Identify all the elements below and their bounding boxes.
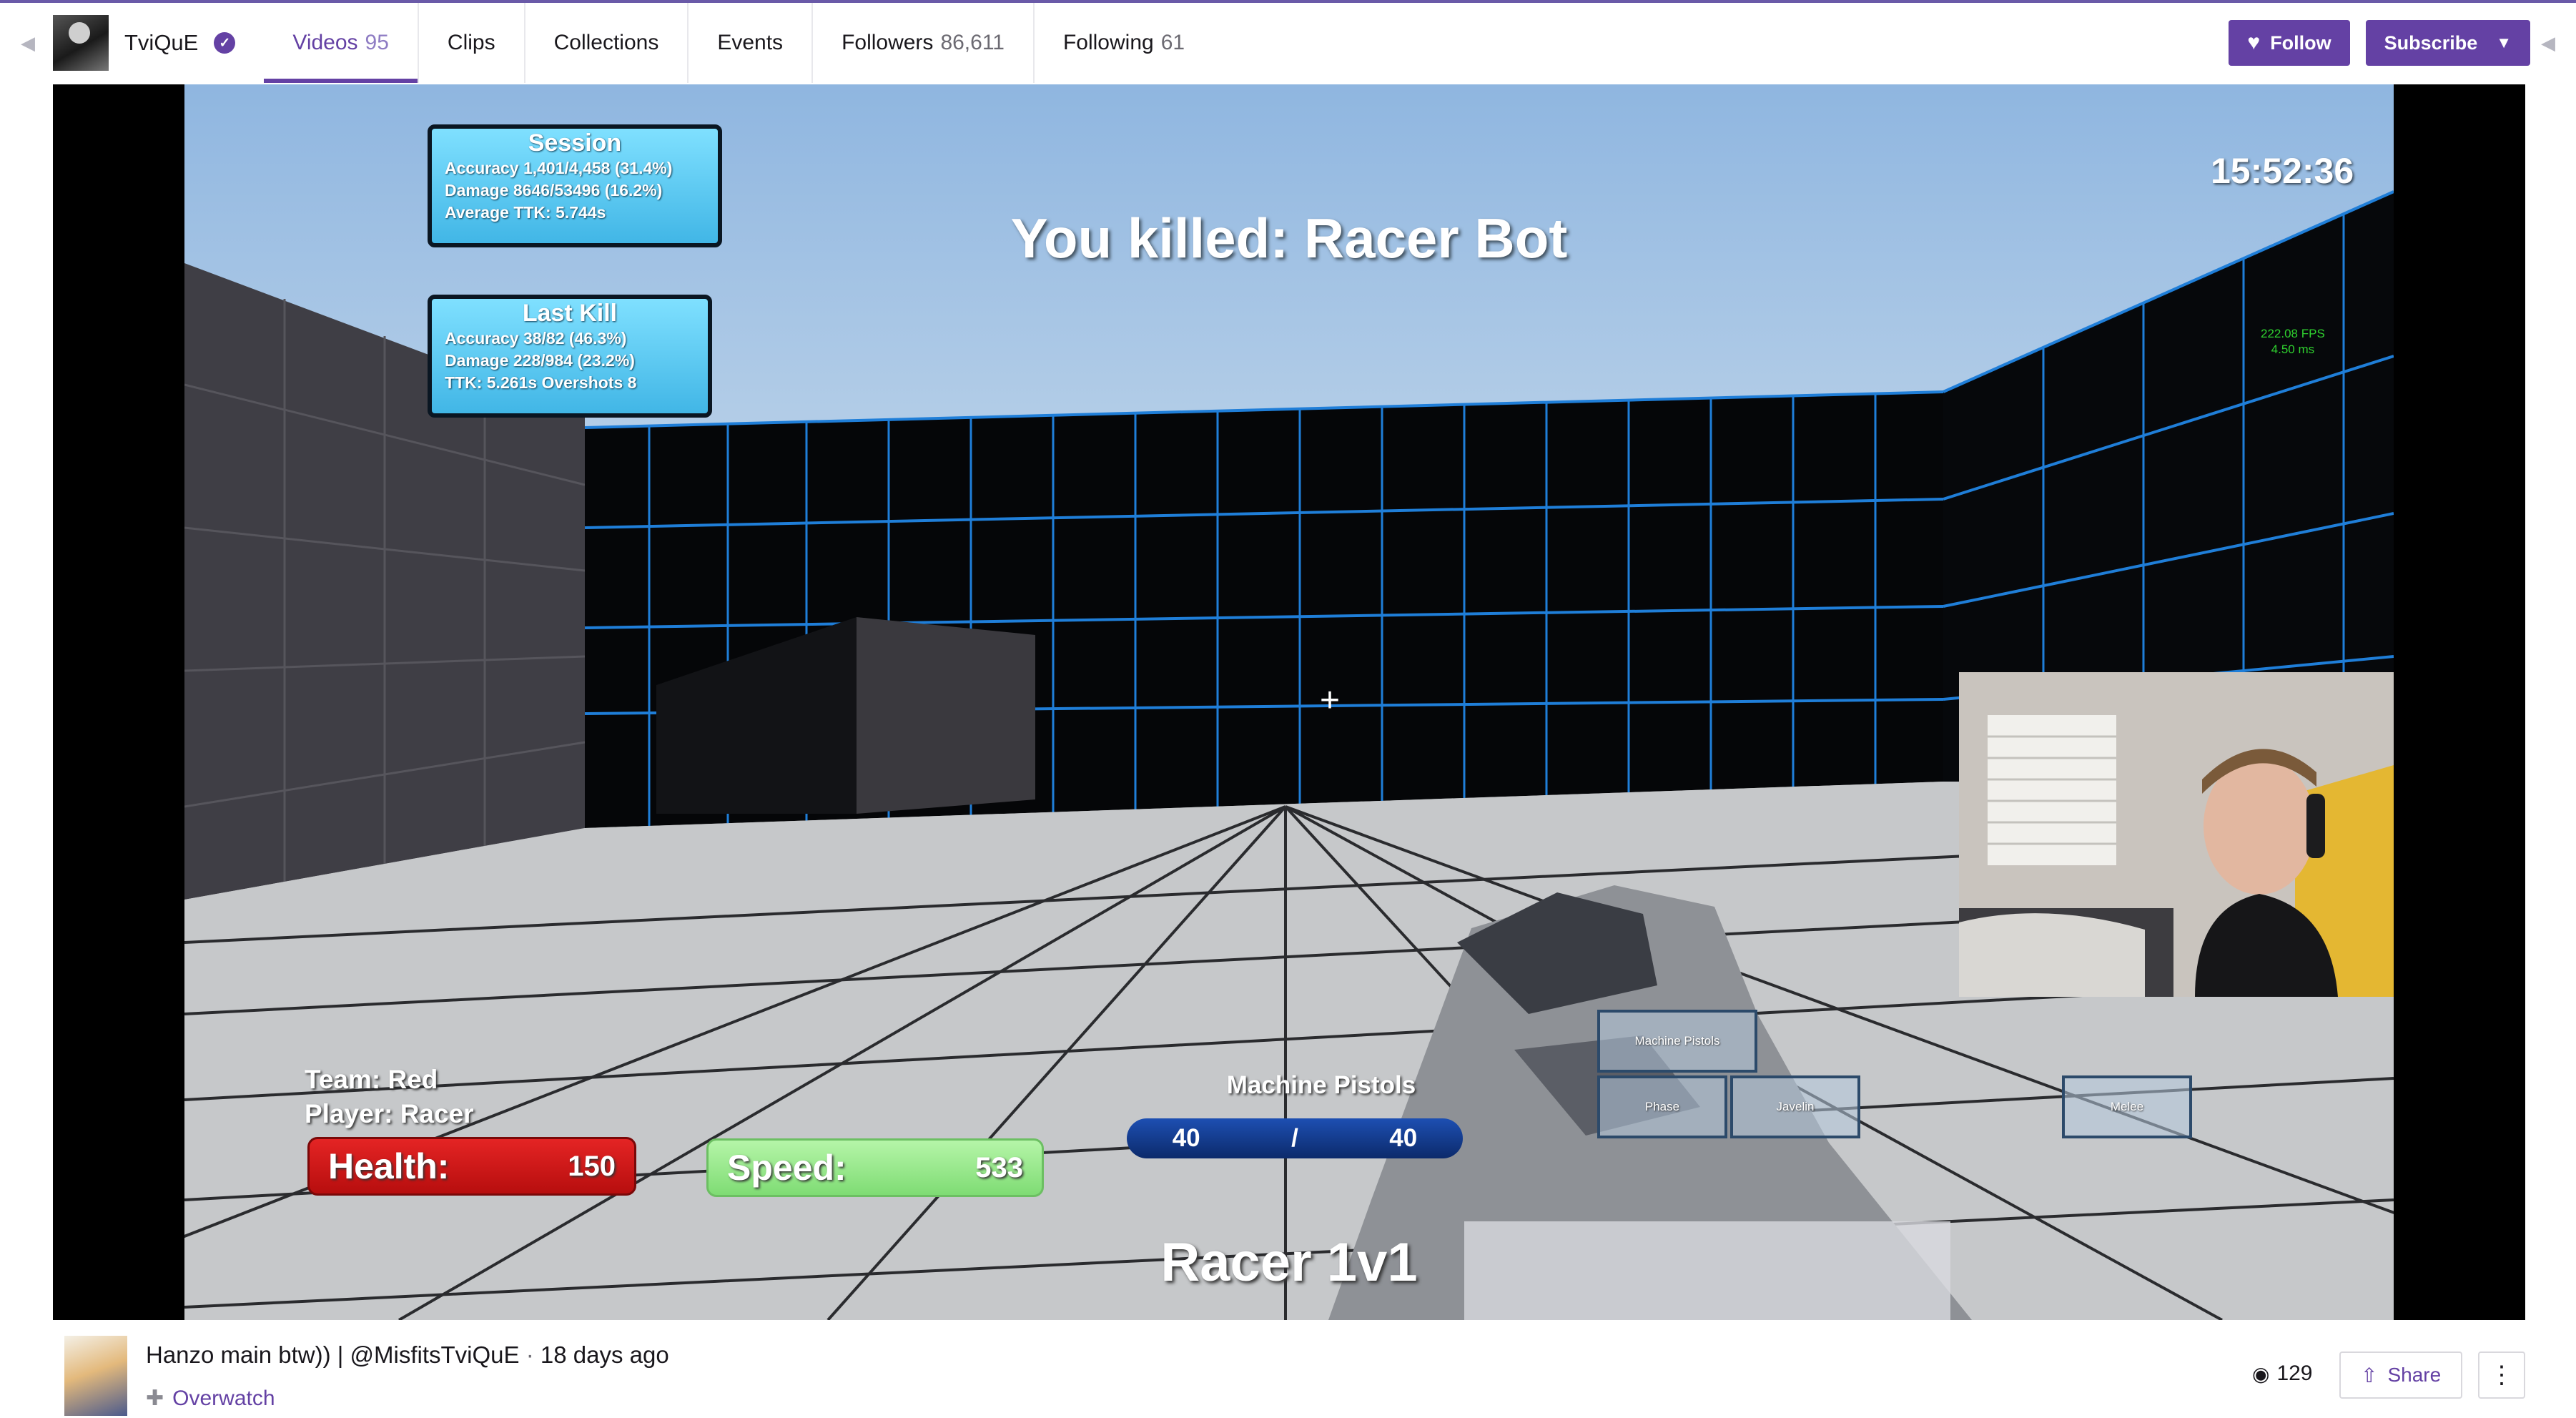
channel-nav-bar: ◀ TviQuE ✓ Videos 95 Clips Collections E… <box>10 3 2566 83</box>
weapon-name: Machine Pistols <box>1226 1071 1416 1099</box>
session-title: Session <box>528 129 622 157</box>
hud-clock: 15:52:36 <box>2211 151 2354 191</box>
webcam-image <box>1959 672 2394 997</box>
speed-bar: Speed: 533 <box>706 1138 1044 1197</box>
ability-slot-phase: Phase <box>1597 1075 1727 1138</box>
nav-scroll-right-icon[interactable]: ◀ <box>2530 3 2566 83</box>
tab-clips[interactable]: Clips <box>417 3 524 83</box>
ammo-max: 40 <box>1389 1124 1418 1152</box>
tab-events[interactable]: Events <box>687 3 811 83</box>
health-value: 150 <box>568 1150 616 1182</box>
team-info: Team: Red Player: Racer <box>305 1063 474 1131</box>
tab-videos[interactable]: Videos 95 <box>264 3 418 83</box>
crosshair-icon: + <box>1320 681 1341 719</box>
subscribe-button-label: Subscribe <box>2384 31 2478 54</box>
kill-message: You killed: Racer Bot <box>1010 207 1568 270</box>
share-button-label: Share <box>2387 1364 2442 1386</box>
more-vertical-icon: ⋮ <box>2489 1362 2514 1389</box>
speed-value: 533 <box>975 1151 1023 1183</box>
game-footage: Session Accuracy 1,401/4,458 (31.4%) Dam… <box>184 84 2394 1320</box>
channel-name[interactable]: TviQuE <box>124 30 198 56</box>
tab-following-count: 61 <box>1160 31 1185 54</box>
session-accuracy: Accuracy 1,401/4,458 (31.4%) <box>445 159 673 177</box>
ability-slot-label: Machine Pistols <box>1634 1034 1720 1048</box>
speed-label: Speed: <box>727 1148 847 1188</box>
ammo-current: 40 <box>1172 1124 1200 1152</box>
game-box-art[interactable] <box>64 1336 127 1416</box>
streamer-webcam <box>1959 672 2394 997</box>
video-title: Hanzo main btw)) | @MisfitsTviQuE <box>146 1341 520 1368</box>
tab-collections[interactable]: Collections <box>523 3 688 83</box>
view-count: ◉ 129 <box>2252 1362 2313 1386</box>
tab-following-label: Following <box>1062 31 1154 54</box>
fps-counter: 222.08 FPS 4.50 ms <box>2261 326 2325 358</box>
tab-followers-label: Followers <box>842 31 934 54</box>
ability-slot-melee: Melee <box>2062 1075 2192 1138</box>
frame-time: 4.50 ms <box>2271 343 2315 356</box>
verified-check-icon: ✓ <box>214 32 236 54</box>
ability-slot-label: Phase <box>1644 1100 1680 1113</box>
video-age: 18 days ago <box>540 1341 669 1368</box>
game-name[interactable]: Overwatch <box>172 1387 275 1411</box>
tab-videos-label: Videos <box>292 31 358 54</box>
heart-icon: ♥ <box>2247 31 2261 54</box>
gamepad-icon: ✚ <box>146 1387 164 1410</box>
follow-button-label: Follow <box>2270 31 2331 54</box>
session-damage: Damage 8646/53496 (16.2%) <box>445 181 663 200</box>
share-icon: ⇧ <box>2361 1364 2378 1387</box>
tab-following[interactable]: Following 61 <box>1032 3 1213 83</box>
tab-collections-label: Collections <box>553 31 659 54</box>
ability-slot-javelin: Javelin <box>1730 1075 1860 1138</box>
subscribe-button[interactable]: Subscribe ▼ <box>2365 20 2530 66</box>
last-kill-damage: Damage 228/984 (23.2%) <box>445 351 635 370</box>
fps-value: 222.08 FPS <box>2261 327 2325 340</box>
health-label: Health: <box>328 1146 450 1186</box>
more-options-button[interactable]: ⋮ <box>2478 1351 2525 1399</box>
channel-header[interactable]: TviQuE ✓ <box>46 3 264 83</box>
title-separator: · <box>525 1341 534 1368</box>
ability-slot-label: Melee <box>2110 1100 2144 1113</box>
game-link[interactable]: ✚ Overwatch <box>146 1386 275 1411</box>
last-kill-panel: Last Kill Accuracy 38/82 (46.3%) Damage … <box>428 295 712 418</box>
video-player[interactable]: Session Accuracy 1,401/4,458 (31.4%) Dam… <box>53 84 2525 1320</box>
follow-button[interactable]: ♥ Follow <box>2229 20 2350 66</box>
eye-icon: ◉ <box>2252 1362 2270 1385</box>
health-bar: Health: 150 <box>307 1137 636 1196</box>
share-button[interactable]: ⇧ Share <box>2339 1351 2463 1399</box>
video-info-bar: Hanzo main btw)) | @MisfitsTviQuE · 18 d… <box>64 1333 2525 1416</box>
chevron-down-icon[interactable]: ▼ <box>2496 34 2512 52</box>
nav-scroll-left-icon[interactable]: ◀ <box>10 3 46 83</box>
tab-followers[interactable]: Followers 86,611 <box>811 3 1033 83</box>
last-kill-ttk: TTK: 5.261s Overshots 8 <box>445 373 637 392</box>
ability-slot-label: Javelin <box>1776 1100 1815 1113</box>
video-title-line: Hanzo main btw)) | @MisfitsTviQuE · 18 d… <box>146 1341 669 1369</box>
tab-videos-count: 95 <box>365 31 389 54</box>
last-kill-title: Last Kill <box>522 300 618 327</box>
tab-followers-count: 86,611 <box>940 31 1005 54</box>
game-mode-title: Racer 1v1 <box>1160 1232 1418 1293</box>
tab-clips-label: Clips <box>447 31 495 54</box>
ammo-separator: / <box>1291 1124 1298 1152</box>
channel-avatar[interactable] <box>53 15 109 71</box>
tab-events-label: Events <box>717 31 784 54</box>
player-label: Player: Racer <box>305 1099 474 1128</box>
ammo-counter: 40 / 40 <box>1127 1118 1463 1158</box>
ability-slot-machine-pistols: Machine Pistols <box>1597 1010 1757 1073</box>
team-label: Team: Red <box>305 1065 438 1094</box>
view-count-value: 129 <box>2276 1362 2313 1385</box>
last-kill-accuracy: Accuracy 38/82 (46.3%) <box>445 329 627 348</box>
